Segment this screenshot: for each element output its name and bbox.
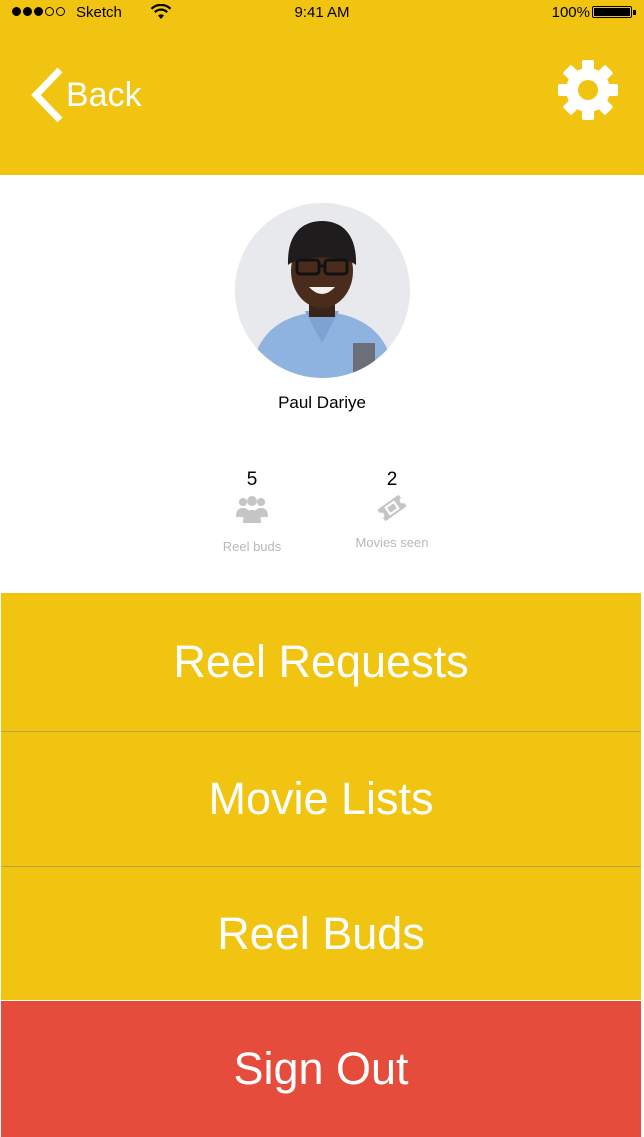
avatar: [235, 203, 410, 378]
reel-buds-count: 5: [246, 469, 258, 490]
ticket-icon: [377, 494, 407, 522]
reel-buds-label: Reel buds: [222, 539, 282, 554]
chevron-left-icon: [31, 67, 63, 123]
reel-requests-button[interactable]: Reel Requests: [1, 593, 641, 731]
reel-buds-button[interactable]: Reel Buds: [1, 867, 641, 1000]
people-icon: [236, 496, 268, 523]
battery-icon: [592, 6, 632, 18]
profile-photo: [235, 203, 410, 378]
back-button[interactable]: Back: [30, 66, 142, 124]
stat-reel-buds[interactable]: 5 Reel buds: [212, 469, 292, 554]
profile-name: Paul Dariye: [278, 393, 366, 412]
movies-seen-label: Movies seen: [355, 535, 429, 550]
gear-icon[interactable]: [556, 58, 620, 122]
status-bar: Sketch 9:41 AM 100%: [0, 0, 644, 24]
nav-header: Sketch 9:41 AM 100% Back: [0, 0, 644, 175]
movies-seen-count: 2: [386, 469, 398, 490]
back-label: Back: [66, 75, 142, 114]
sign-out-button[interactable]: Sign Out: [1, 1001, 641, 1137]
battery-percent: 100%: [551, 4, 590, 21]
status-time: 9:41 AM: [294, 4, 350, 21]
stat-movies-seen[interactable]: 2 Movies seen: [345, 469, 439, 550]
battery-tip: [633, 10, 636, 15]
movie-lists-button[interactable]: Movie Lists: [1, 732, 641, 866]
